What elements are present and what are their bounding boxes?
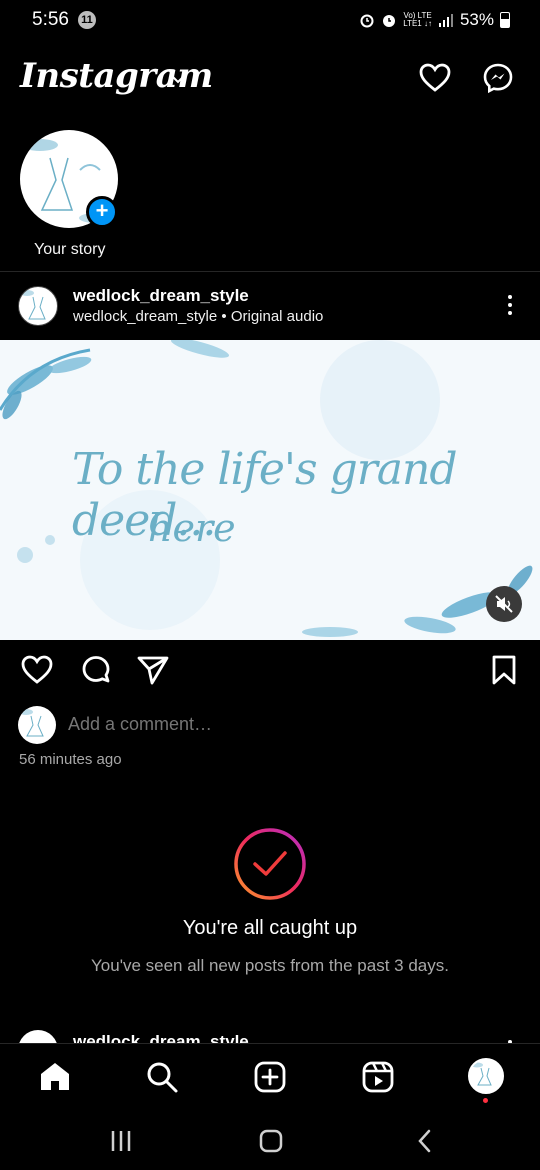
media-caption-line2: here	[148, 506, 236, 550]
top-header: Instagram	[0, 56, 540, 106]
status-time: 5:56	[32, 9, 69, 30]
dress-logo-icon	[20, 290, 46, 320]
like-icon[interactable]	[20, 654, 54, 686]
bookmark-icon[interactable]	[490, 654, 518, 686]
stories-divider	[0, 271, 540, 272]
story-label: Your story	[34, 241, 106, 258]
dress-logo-icon	[471, 1062, 492, 1086]
battery-percent: 53%	[459, 10, 494, 29]
post-avatar[interactable]	[18, 286, 58, 326]
media-caption-line1: To the life's grand deed...	[72, 444, 458, 546]
profile-notification-dot	[483, 1098, 488, 1103]
checkmark-circle-icon	[234, 828, 306, 900]
dress-logo-icon	[19, 709, 44, 737]
reels-icon[interactable]	[361, 1060, 395, 1094]
caught-up-subtitle: You've seen all new posts from the past …	[91, 956, 449, 975]
alarm-icon	[360, 14, 374, 28]
notification-count-badge: 11	[78, 11, 96, 29]
messenger-icon[interactable]	[482, 62, 514, 94]
caught-up-title: You're all caught up	[182, 917, 358, 939]
post-timestamp: 56 minutes ago	[19, 751, 122, 768]
bottom-nav	[0, 1043, 540, 1110]
add-story-button[interactable]: +	[86, 196, 118, 228]
home-button-icon[interactable]	[258, 1128, 284, 1154]
heart-icon[interactable]	[418, 62, 452, 94]
search-icon[interactable]	[145, 1060, 179, 1094]
mute-button[interactable]	[486, 586, 522, 622]
volume-off-icon	[495, 595, 513, 613]
status-icons: Vo) LTE LTE1 ↓↑ 53%	[359, 10, 510, 30]
recent-apps-icon[interactable]	[108, 1128, 134, 1154]
share-icon[interactable]	[136, 654, 170, 686]
system-nav-bar	[0, 1110, 540, 1170]
signal-icon	[438, 14, 453, 27]
comment-avatar	[18, 706, 56, 744]
status-bar: 5:56 11 Vo) LTE LTE1 ↓↑ 53%	[0, 0, 540, 44]
battery-icon	[500, 12, 510, 28]
comment-icon[interactable]	[79, 654, 113, 688]
network-indicator: Vo) LTE LTE1 ↓↑	[403, 11, 432, 28]
home-icon[interactable]	[38, 1060, 72, 1094]
more-options-icon[interactable]	[500, 292, 520, 320]
clock-icon	[383, 15, 396, 27]
post-media[interactable]: To the life's grand deed... here	[0, 340, 540, 640]
add-comment-input[interactable]	[68, 714, 368, 735]
post-username[interactable]: wedlock_dream_style	[73, 286, 249, 306]
profile-avatar[interactable]	[468, 1058, 504, 1094]
chevron-down-icon[interactable]	[170, 74, 186, 86]
create-post-icon[interactable]	[253, 1060, 287, 1094]
back-icon[interactable]	[412, 1128, 438, 1154]
post-audio-label[interactable]: wedlock_dream_style • Original audio	[73, 308, 323, 325]
